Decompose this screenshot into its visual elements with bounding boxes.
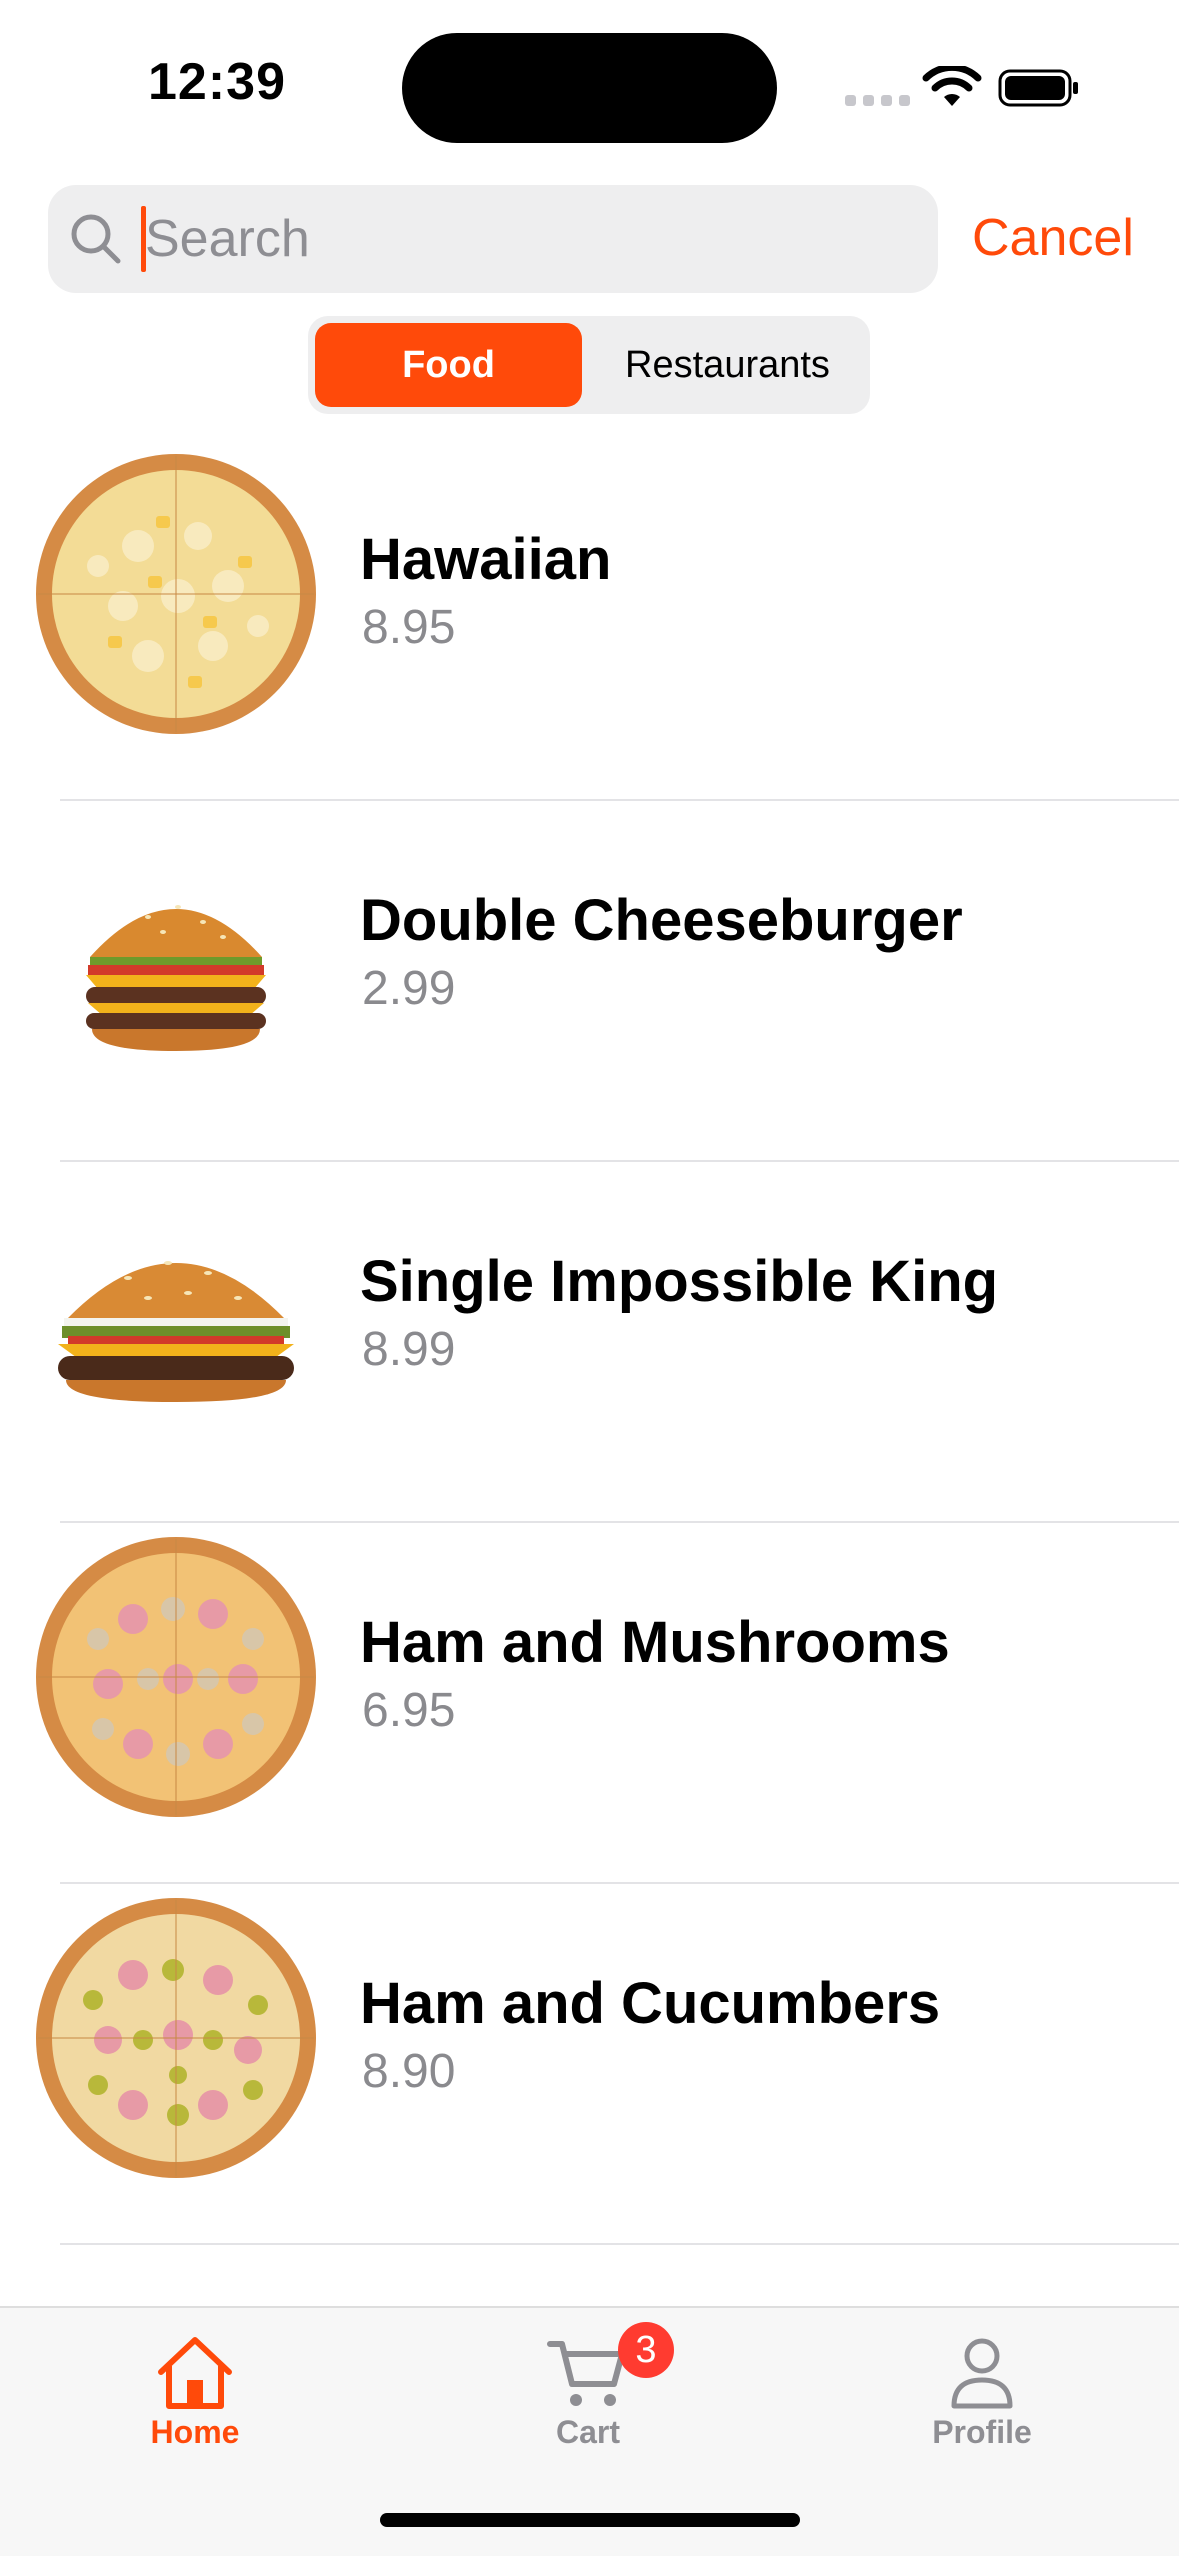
tab-home-label: Home xyxy=(150,2414,240,2450)
food-results-list: Hawaiian 8.95 Double Cheeseburger 2.99 S… xyxy=(0,440,1179,2245)
item-name: Ham and Mushrooms xyxy=(360,1610,950,1675)
list-item[interactable]: Double Cheeseburger 2.99 xyxy=(0,801,1179,1162)
wifi-icon xyxy=(922,66,982,106)
burger-impossible-king-image xyxy=(58,1261,294,1402)
row-divider xyxy=(60,2243,1179,2245)
item-price: 2.99 xyxy=(362,962,456,1015)
search-input[interactable] xyxy=(145,185,905,293)
tab-profile[interactable]: Profile xyxy=(862,2328,1102,2478)
tab-profile-label: Profile xyxy=(932,2414,1032,2450)
pizza-ham-cucumbers-image xyxy=(36,1898,316,2178)
item-name: Double Cheeseburger xyxy=(360,888,963,953)
home-indicator xyxy=(380,2513,800,2527)
list-item[interactable]: Hawaiian 8.95 xyxy=(0,440,1179,801)
status-bar: 12:39 xyxy=(0,0,1179,170)
item-price: 6.95 xyxy=(362,1684,456,1737)
dynamic-island xyxy=(402,33,777,143)
item-price: 8.99 xyxy=(362,1323,456,1376)
segment-food[interactable]: Food xyxy=(315,323,582,407)
battery-icon xyxy=(998,69,1078,107)
search-icon xyxy=(71,214,121,264)
category-segmented-control: Food Restaurants xyxy=(308,316,870,414)
pizza-hawaiian-image xyxy=(36,454,316,734)
tab-cart[interactable]: 3 Cart xyxy=(468,2322,708,2478)
item-price: 8.90 xyxy=(362,2045,456,2098)
cellular-signal-icon xyxy=(845,95,910,106)
cancel-button[interactable]: Cancel xyxy=(972,203,1134,273)
burger-double-cheese-image xyxy=(86,905,266,1051)
list-item[interactable]: Single Impossible King 8.99 xyxy=(0,1162,1179,1523)
item-name: Hawaiian xyxy=(360,527,612,592)
tab-home[interactable]: Home xyxy=(75,2328,315,2478)
status-time: 12:39 xyxy=(148,53,286,111)
list-item[interactable]: Ham and Cucumbers 8.90 xyxy=(0,1884,1179,2245)
search-bar[interactable] xyxy=(48,185,938,293)
tab-cart-label: Cart xyxy=(555,2414,620,2450)
item-price: 8.95 xyxy=(362,601,456,654)
item-name: Single Impossible King xyxy=(360,1249,999,1314)
segment-restaurants[interactable]: Restaurants xyxy=(592,323,863,407)
home-icon xyxy=(158,2337,232,2409)
list-item[interactable]: Ham and Mushrooms 6.95 xyxy=(0,1523,1179,1884)
pizza-ham-mushrooms-image xyxy=(36,1537,316,1817)
cart-badge: 3 xyxy=(618,2322,674,2378)
person-icon xyxy=(951,2338,1013,2409)
item-name: Ham and Cucumbers xyxy=(360,1971,941,2036)
